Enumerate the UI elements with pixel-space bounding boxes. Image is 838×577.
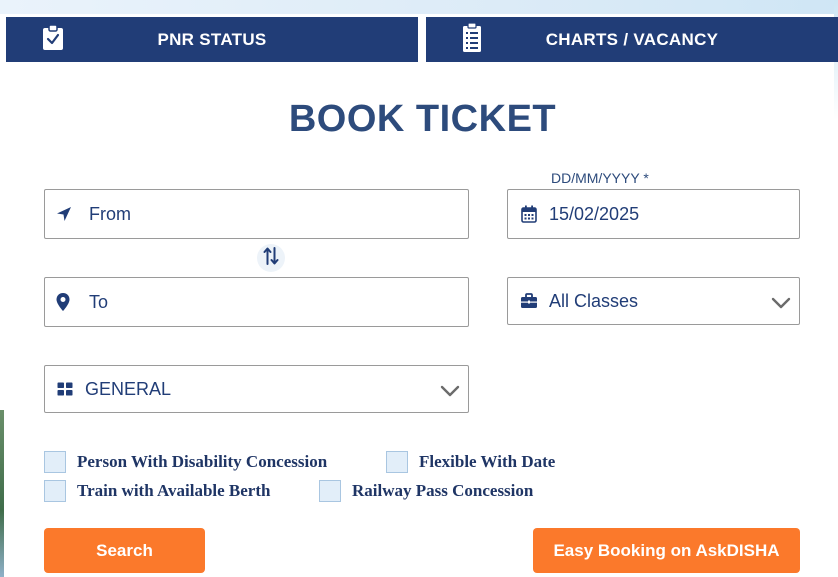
to-station-input[interactable]: To [44, 277, 469, 327]
charts-vacancy-tab[interactable]: CHARTS / VACANCY [426, 17, 838, 62]
flexible-date-label[interactable]: Flexible With Date [419, 452, 555, 472]
swap-vertical-icon [263, 246, 279, 271]
list-document-icon [459, 23, 485, 53]
to-placeholder: To [89, 291, 109, 312]
available-berth-label[interactable]: Train with Available Berth [77, 481, 270, 501]
railway-pass-option: Railway Pass Concession [319, 480, 533, 502]
quota-value: GENERAL [85, 378, 172, 399]
map-marker-icon [54, 293, 72, 311]
flexible-date-checkbox[interactable] [386, 451, 408, 473]
class-value: All Classes [549, 290, 639, 311]
search-button[interactable]: Search [44, 528, 205, 573]
chevron-down-icon [440, 382, 460, 397]
disability-concession-label[interactable]: Person With Disability Concession [77, 452, 327, 472]
journey-date-input[interactable]: 15/02/2025 [507, 189, 800, 239]
page-title: BOOK TICKET [288, 98, 557, 140]
chevron-down-icon [771, 294, 791, 309]
askdisha-booking-button[interactable]: Easy Booking on AskDISHA [533, 528, 800, 573]
pnr-status-tab[interactable]: PNR STATUS [6, 17, 418, 62]
available-berth-option: Train with Available Berth [44, 480, 270, 502]
charts-vacancy-label: CHARTS / VACANCY [545, 29, 719, 49]
flexible-date-option: Flexible With Date [386, 451, 555, 473]
calendar-icon [520, 205, 538, 223]
disability-concession-checkbox[interactable] [44, 451, 66, 473]
from-station-input[interactable]: From [44, 189, 469, 239]
quota-select[interactable]: GENERAL [44, 365, 469, 413]
location-arrow-icon [55, 205, 73, 223]
briefcase-icon [520, 292, 538, 310]
swap-stations-button[interactable] [257, 244, 285, 272]
pnr-status-label: PNR STATUS [157, 29, 267, 49]
from-placeholder: From [89, 203, 131, 224]
available-berth-checkbox[interactable] [44, 480, 66, 502]
background-edge-left [0, 410, 4, 577]
clipboard-check-icon [40, 23, 66, 53]
date-label: DD/MM/YYYY * [551, 170, 649, 186]
date-value: 15/02/2025 [549, 203, 640, 224]
grid-icon [56, 380, 74, 398]
class-select[interactable]: All Classes [507, 277, 800, 325]
railway-pass-checkbox[interactable] [319, 480, 341, 502]
disability-concession-option: Person With Disability Concession [44, 451, 327, 473]
railway-pass-label[interactable]: Railway Pass Concession [352, 481, 533, 501]
background-strip [0, 0, 838, 14]
